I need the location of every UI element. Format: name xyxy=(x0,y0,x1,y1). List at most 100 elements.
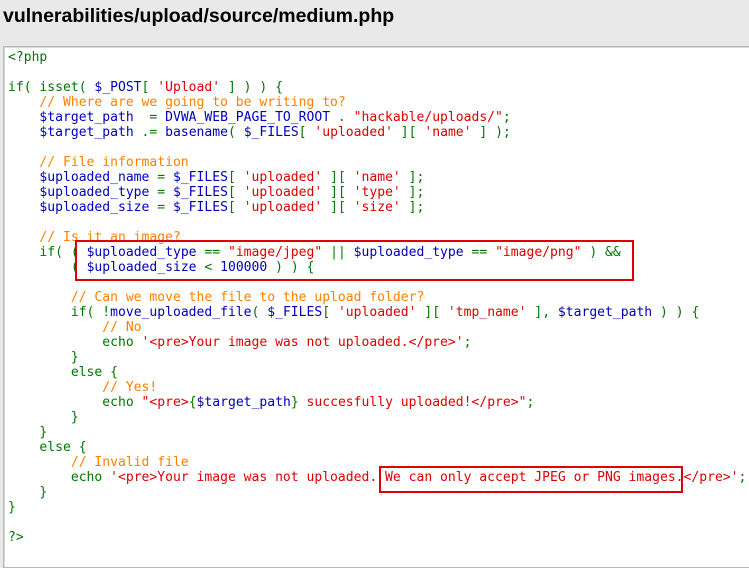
code-token: if( isset( xyxy=(8,80,95,95)
code-token: ( xyxy=(251,305,268,320)
code-token: ][ xyxy=(322,200,354,215)
code-token: = xyxy=(149,110,166,125)
code-line: // Where are we going to be writing to? xyxy=(8,95,746,110)
code-token: < xyxy=(204,260,221,275)
code-token: ]; xyxy=(400,170,425,185)
code-token: } xyxy=(290,395,299,410)
code-token: $_FILES xyxy=(267,305,323,320)
code-token: 'uploaded' xyxy=(314,125,393,140)
code-line: // File information xyxy=(8,155,746,170)
code-line: $target_path = DVWA_WEB_PAGE_TO_ROOT . "… xyxy=(8,110,746,125)
code-line: ?> xyxy=(8,530,746,545)
code-token: ( xyxy=(8,260,87,275)
code-token: = xyxy=(157,185,173,200)
code-token: 'size' xyxy=(353,200,401,215)
code-token: 'Upload' xyxy=(157,80,221,95)
code-line: $uploaded_name = $_FILES[ 'uploaded' ][ … xyxy=(8,170,746,185)
code-line: // Invalid file xyxy=(8,455,746,470)
code-line: } xyxy=(8,500,746,515)
code-token: = xyxy=(157,170,173,185)
code-token: 'type' xyxy=(353,185,401,200)
code-line: ( $uploaded_size < 100000 ) ) { xyxy=(8,260,746,275)
code-token: 'name' xyxy=(424,125,472,140)
code-line: } xyxy=(8,485,746,500)
code-token: ) ) { xyxy=(652,305,700,320)
code-token: if( ( xyxy=(8,245,87,260)
code-line: echo '<pre>Your image was not uploaded.<… xyxy=(8,335,746,350)
code-token: .= xyxy=(141,125,166,140)
code-token: // Is it an image? xyxy=(8,230,181,245)
code-token: echo xyxy=(8,395,142,410)
code-line: // Is it an image? xyxy=(8,230,746,245)
code-token: 'uploaded' xyxy=(337,305,417,320)
code-token: $_FILES xyxy=(243,125,299,140)
code-line: else { xyxy=(8,440,746,455)
code-line: if( ( $uploaded_type == "image/jpeg" || … xyxy=(8,245,746,260)
code-token: ] ) ) { xyxy=(220,80,283,95)
code-token: // No xyxy=(8,320,142,335)
code-token: } xyxy=(8,500,16,515)
code-token: } xyxy=(8,350,79,365)
code-token: 'uploaded' xyxy=(243,200,323,215)
code-token: $_POST xyxy=(94,80,142,95)
code-token: // Yes! xyxy=(8,380,158,395)
code-line: } xyxy=(8,425,746,440)
code-token: 'tmp_name' xyxy=(447,305,527,320)
code-token: 'name' xyxy=(353,170,401,185)
code-token: // Can we move the file to the upload fo… xyxy=(8,290,425,305)
code-token: 100000 xyxy=(220,260,268,275)
code-token: ( xyxy=(227,125,244,140)
code-token: == xyxy=(471,245,496,260)
code-token: == xyxy=(204,245,228,260)
code-token: 'uploaded' xyxy=(243,170,323,185)
code-line: echo "<pre>{$target_path} succesfully up… xyxy=(8,395,746,410)
code-token: [ xyxy=(227,170,244,185)
code-token: [ xyxy=(322,305,338,320)
code-token: { xyxy=(188,395,197,410)
code-token: $_FILES xyxy=(172,200,228,215)
code-token: $uploaded_type xyxy=(86,245,205,260)
code-token: '<pre>Your image was not uploaded. We ca… xyxy=(110,470,739,485)
code-token: || xyxy=(322,245,354,260)
code-token: $_FILES xyxy=(172,185,228,200)
code-token: basename xyxy=(165,125,228,140)
code-token: '<pre>Your image was not uploaded.</pre>… xyxy=(141,335,464,350)
code-token: "<pre> xyxy=(141,395,189,410)
code-line: $uploaded_size = $_FILES[ 'uploaded' ][ … xyxy=(8,200,746,215)
code-token: <?php xyxy=(8,50,48,65)
code-token: else { xyxy=(8,440,87,455)
code-token: . xyxy=(337,110,354,125)
code-token: move_uploaded_file xyxy=(110,305,252,320)
code-line: // No xyxy=(8,320,746,335)
code-token: } xyxy=(8,485,48,500)
code-token: ; xyxy=(463,335,472,350)
code-token: "image/jpeg" xyxy=(227,245,323,260)
code-token: if( ! xyxy=(8,305,111,320)
code-line: $target_path .= basename( $_FILES[ 'uplo… xyxy=(8,125,746,140)
code-line: $uploaded_type = $_FILES[ 'uploaded' ][ … xyxy=(8,185,746,200)
code-line: else { xyxy=(8,365,746,380)
code-token: ) ) { xyxy=(267,260,315,275)
code-token: ; xyxy=(738,470,747,485)
code-token: succesfully uploaded!</pre>" xyxy=(298,395,527,410)
code-token: $_FILES xyxy=(172,170,228,185)
code-token: $target_path xyxy=(8,125,142,140)
code-token: [ xyxy=(227,185,244,200)
code-token: } xyxy=(8,425,48,440)
code-token: ][ xyxy=(416,305,448,320)
code-token: ][ xyxy=(392,125,425,140)
code-token: 'uploaded' xyxy=(243,185,323,200)
code-token: ]; xyxy=(400,185,425,200)
code-token: $uploaded_size xyxy=(86,260,205,275)
code-line: // Yes! xyxy=(8,380,746,395)
code-token: "hackable/uploads/" xyxy=(353,110,503,125)
php-source-code: <?php if( isset( $_POST[ 'Upload' ] ) ) {… xyxy=(8,50,746,545)
code-line: if( isset( $_POST[ 'Upload' ] ) ) { xyxy=(8,80,746,95)
code-token: $uploaded_type xyxy=(8,185,158,200)
code-token: ][ xyxy=(322,185,354,200)
code-token: ] ); xyxy=(471,125,511,140)
code-token: ) && xyxy=(581,245,621,260)
